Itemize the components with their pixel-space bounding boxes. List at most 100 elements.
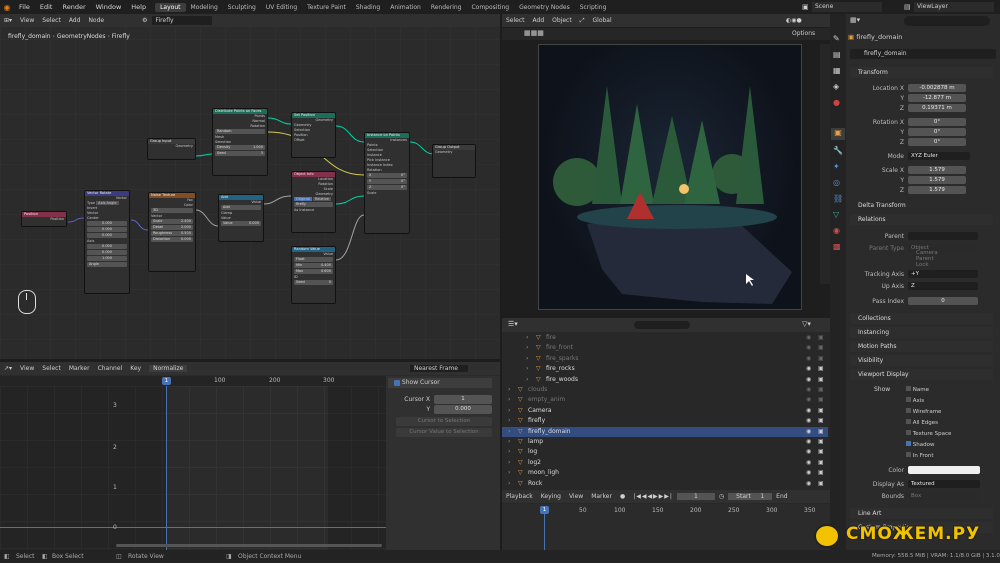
start-frame-field[interactable]: Start 1 <box>728 493 773 500</box>
render-camera-icon[interactable]: ▣ <box>818 416 824 426</box>
visibility-eye-icon[interactable]: ◉ <box>806 479 811 489</box>
expand-arrow-icon[interactable]: › <box>526 354 528 364</box>
expand-arrow-icon[interactable]: › <box>508 458 510 468</box>
visibility-eye-icon[interactable]: ◉ <box>806 458 811 468</box>
motion-paths-panel-header[interactable]: Motion Paths <box>850 341 993 352</box>
outliner-item[interactable]: › ▽ log ◉ ▣ <box>502 447 828 457</box>
object-tab-icon[interactable]: ▣ <box>831 128 845 140</box>
expand-arrow-icon[interactable]: › <box>508 427 510 437</box>
node-position[interactable]: Position Position <box>21 211 67 227</box>
menu-help[interactable]: Help <box>126 3 151 11</box>
visibility-eye-icon[interactable]: ◉ <box>806 354 811 364</box>
menu-window[interactable]: Window <box>91 3 127 11</box>
pivot-selector[interactable]: Nearest Frame <box>410 365 468 372</box>
parent-field[interactable] <box>908 232 978 240</box>
node-instance-on-points[interactable]: Instance on Points Instances Points Sele… <box>364 132 410 234</box>
node-group-output[interactable]: Group Output Geometry <box>432 144 476 178</box>
visibility-eye-icon[interactable]: ◉ <box>806 406 811 416</box>
timeline-menu-marker[interactable]: Marker <box>587 493 616 500</box>
instancing-panel-header[interactable]: Instancing <box>850 327 993 338</box>
menu-edit[interactable]: Edit <box>35 3 58 11</box>
expand-arrow-icon[interactable]: › <box>508 479 510 489</box>
outliner-item[interactable]: › ▽ Rock ◉ ▣ <box>502 479 828 489</box>
outliner-item[interactable]: › ▽ firefly ◉ ▣ <box>502 416 828 426</box>
render-camera-icon[interactable]: ▣ <box>818 395 824 405</box>
outliner-item[interactable]: › ▽ fire ◉ ▣ <box>502 333 828 343</box>
render-camera-icon[interactable]: ▣ <box>818 479 824 489</box>
checkbox[interactable] <box>906 430 911 435</box>
menu-render[interactable]: Render <box>57 3 90 11</box>
expand-arrow-icon[interactable]: › <box>526 343 528 353</box>
properties-search-input[interactable] <box>904 16 990 26</box>
visibility-eye-icon[interactable]: ◉ <box>806 427 811 437</box>
node-group-input[interactable]: Group Input Geometry <box>147 138 196 160</box>
show-option-in-front[interactable]: In Front <box>906 452 934 459</box>
expand-arrow-icon[interactable]: › <box>508 437 510 447</box>
particles-tab-icon[interactable]: ✦ <box>833 162 840 171</box>
graph-menu-key[interactable]: Key <box>126 365 145 372</box>
render-camera-icon[interactable]: ▣ <box>818 385 824 395</box>
record-icon[interactable]: ● <box>616 493 629 500</box>
node-editor[interactable]: ⊞▾ View Select Add Node ⚙ Firefly firefl… <box>0 14 500 359</box>
outliner-item[interactable]: › ▽ fire_front ◉ ▣ <box>502 343 828 353</box>
render-camera-icon[interactable]: ▣ <box>818 343 824 353</box>
checkbox-checked[interactable] <box>906 441 911 446</box>
show-option-shadow[interactable]: Shadow <box>906 441 934 448</box>
tab-shading[interactable]: Shading <box>351 3 385 12</box>
timeline-menu-keying[interactable]: Keying <box>537 493 565 500</box>
show-option-texture-space[interactable]: Texture Space <box>906 430 951 437</box>
tab-compositing[interactable]: Compositing <box>466 3 514 12</box>
graph-scrollbar[interactable] <box>116 544 382 547</box>
checkbox[interactable] <box>906 419 911 424</box>
outliner-item[interactable]: › ▽ clouds ◉ ▣ <box>502 385 828 395</box>
scene-tab-icon[interactable]: ◈ <box>833 82 839 91</box>
timeline-menu-view[interactable]: View <box>565 493 587 500</box>
timeline-menu-playback[interactable]: Playback <box>502 493 537 500</box>
checkbox[interactable] <box>906 408 911 413</box>
tab-scripting[interactable]: Scripting <box>575 3 612 12</box>
render-camera-icon[interactable]: ▣ <box>818 437 824 447</box>
outliner-item[interactable]: › ▽ fire_rocks ◉ ▣ <box>502 364 828 374</box>
render-camera-icon[interactable]: ▣ <box>818 375 824 385</box>
expand-arrow-icon[interactable]: › <box>508 385 510 395</box>
checkbox[interactable] <box>906 452 911 457</box>
outliner-item[interactable]: › ▽ Camera ◉ ▣ <box>502 406 828 416</box>
visibility-eye-icon[interactable]: ◉ <box>806 437 811 447</box>
outliner-search-input[interactable] <box>634 321 690 329</box>
show-option-wireframe[interactable]: Wireframe <box>906 408 941 415</box>
show-option-all-edges[interactable]: All Edges <box>906 419 938 426</box>
view-tab[interactable]: Show Cursor <box>388 378 492 388</box>
expand-arrow-icon[interactable]: › <box>508 468 510 478</box>
cursor-y-field[interactable]: 0.000 <box>434 405 492 414</box>
node-random-value[interactable]: Random Value Value Float Min 0.400 Max 0… <box>291 246 336 304</box>
tab-sculpting[interactable]: Sculpting <box>223 3 261 12</box>
tab-geometry-nodes[interactable]: Geometry Nodes <box>514 3 575 12</box>
render-camera-icon[interactable]: ▣ <box>818 468 824 478</box>
outliner-item[interactable]: › ▽ empty_anim ◉ ▣ <box>502 395 828 405</box>
cursor-x-field[interactable]: 1 <box>434 395 492 404</box>
normalize-toggle[interactable]: Normalize <box>149 365 188 372</box>
current-frame-field[interactable]: 1 <box>676 493 715 500</box>
visibility-eye-icon[interactable]: ◉ <box>806 385 811 395</box>
node-add[interactable]: Add Value Add Clamp Value Value 0.000 <box>218 194 264 242</box>
timeline-current-frame[interactable]: 1 <box>540 506 549 514</box>
visibility-eye-icon[interactable]: ◉ <box>806 333 811 343</box>
visibility-eye-icon[interactable]: ◉ <box>806 364 811 374</box>
render-camera-icon[interactable]: ▣ <box>818 447 824 457</box>
material-tab-icon[interactable]: ◉ <box>833 226 840 235</box>
checkbox[interactable] <box>906 386 911 391</box>
show-cursor-checkbox[interactable] <box>394 379 400 386</box>
physics-tab-icon[interactable]: ◎ <box>833 178 840 187</box>
scene-selector[interactable]: Scene <box>812 2 882 12</box>
expand-arrow-icon[interactable]: › <box>526 375 528 385</box>
menu-file[interactable]: File <box>14 3 35 11</box>
graph-menu-select[interactable]: Select <box>38 365 65 372</box>
outliner-item[interactable]: › ▽ fire_sparks ◉ ▣ <box>502 354 828 364</box>
playback-controls-icon[interactable]: |◀◀◀▶▶▶| <box>629 493 677 500</box>
node-distribute-points[interactable]: Distribute Points on Faces Points Normal… <box>212 108 268 176</box>
graph-menu-channel[interactable]: Channel <box>94 365 127 372</box>
graph-menu-marker[interactable]: Marker <box>65 365 94 372</box>
tab-modeling[interactable]: Modeling <box>186 3 223 12</box>
timeline-ruler[interactable]: 1 50 100 150 200 250 300 350 <box>502 504 830 550</box>
graph-menu-view[interactable]: View <box>16 365 38 372</box>
